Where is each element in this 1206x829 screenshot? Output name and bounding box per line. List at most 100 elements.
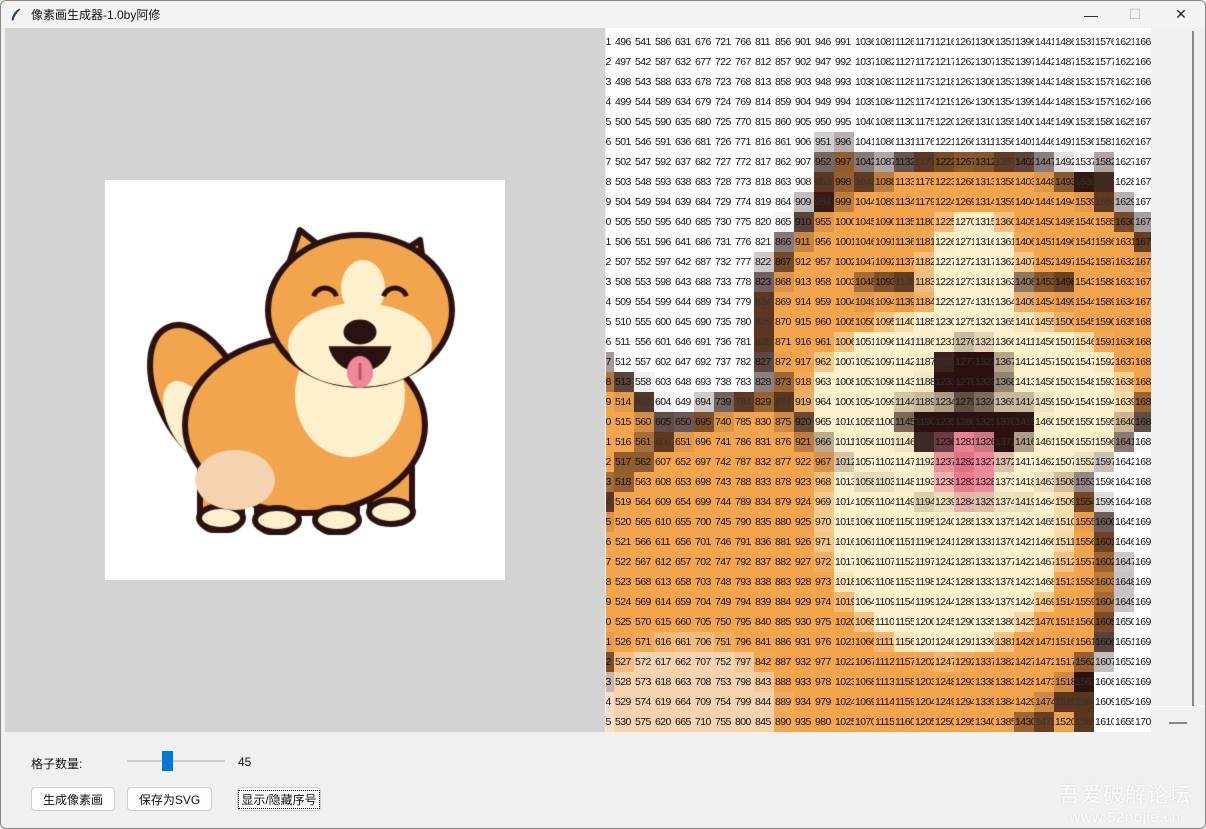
pixel-cell[interactable]: 1582 xyxy=(1094,152,1117,172)
pixel-cell[interactable]: 469 xyxy=(606,392,614,412)
pixel-cell[interactable]: 636 xyxy=(674,132,694,152)
pixel-cell[interactable]: 1288 xyxy=(954,572,977,592)
pixel-cell[interactable]: 1494 xyxy=(1054,192,1077,212)
pixel-cell[interactable]: 654 xyxy=(674,492,694,512)
pixel-cell[interactable]: 721 xyxy=(714,32,734,52)
pixel-cell[interactable]: 1069 xyxy=(854,692,877,712)
pixel-cell[interactable]: 1053 xyxy=(854,372,877,392)
pixel-cell[interactable]: 1202 xyxy=(914,652,937,672)
pixel-cell[interactable]: 1102 xyxy=(874,452,896,472)
pixel-cell[interactable]: 1245 xyxy=(934,612,957,632)
pixel-cell[interactable]: 1563 xyxy=(1074,672,1097,692)
pixel-cell[interactable]: 1148 xyxy=(894,472,916,492)
pixel-cell[interactable]: 1473 xyxy=(1034,672,1057,692)
pixel-cell[interactable]: 1109 xyxy=(874,592,896,612)
pixel-cell[interactable]: 997 xyxy=(834,152,854,172)
pixel-cell[interactable]: 723 xyxy=(714,72,734,92)
pixel-cell[interactable]: 524 xyxy=(614,592,634,612)
pixel-cell[interactable]: 890 xyxy=(774,712,794,732)
pixel-cell[interactable]: 1321 xyxy=(974,332,997,352)
pixel-cell[interactable]: 1643 xyxy=(1114,472,1137,492)
pixel-cell[interactable]: 794 xyxy=(734,592,754,612)
pixel-cell[interactable]: 973 xyxy=(814,572,834,592)
pixel-cell[interactable]: 1518 xyxy=(1054,672,1077,692)
pixel-cell[interactable]: 1330 xyxy=(974,512,997,532)
pixel-cell[interactable]: 509 xyxy=(614,292,634,312)
pixel-cell[interactable]: 1048 xyxy=(854,272,877,292)
pixel-cell[interactable]: 1398 xyxy=(1014,72,1037,92)
pixel-cell[interactable]: 635 xyxy=(674,112,694,132)
pixel-cell[interactable]: 504 xyxy=(614,192,634,212)
pixel-cell[interactable]: 1183 xyxy=(914,272,936,292)
pixel-cell[interactable]: 994 xyxy=(834,92,854,112)
pixel-cell[interactable]: 1695 xyxy=(1134,612,1151,632)
pixel-cell[interactable]: 907 xyxy=(794,152,814,172)
pixel-cell[interactable]: 727 xyxy=(714,152,734,172)
pixel-cell[interactable]: 861 xyxy=(774,132,794,152)
pixel-cell[interactable]: 751 xyxy=(714,632,734,652)
pixel-cell[interactable]: 1492 xyxy=(1054,152,1077,172)
pixel-cell[interactable]: 1010 xyxy=(834,412,857,432)
pixel-cell[interactable]: 1036 xyxy=(854,32,877,52)
pixel-cell[interactable]: 1339 xyxy=(974,692,997,712)
pixel-cell[interactable]: 1357 xyxy=(994,152,1017,172)
pixel-cell[interactable]: 454 xyxy=(606,92,614,112)
pixel-cell[interactable]: 501 xyxy=(614,132,634,152)
pixel-cell[interactable]: 788 xyxy=(734,472,754,492)
pixel-cell[interactable]: 953 xyxy=(814,172,834,192)
pixel-cell[interactable]: 1198 xyxy=(914,572,936,592)
pixel-cell[interactable]: 946 xyxy=(814,32,834,52)
pixel-cell[interactable]: 1233 xyxy=(934,372,957,392)
pixel-cell[interactable]: 1444 xyxy=(1034,92,1057,112)
pixel-cell[interactable]: 1686 xyxy=(1134,432,1151,452)
pixel-cell[interactable]: 475 xyxy=(606,512,614,532)
pixel-cell[interactable]: 1637 xyxy=(1114,352,1137,372)
pixel-cell[interactable]: 1060 xyxy=(854,512,877,532)
pixel-cell[interactable]: 1397 xyxy=(1014,52,1037,72)
pixel-cell[interactable]: 1262 xyxy=(954,52,977,72)
pixel-cell[interactable]: 1100 xyxy=(874,412,896,432)
pixel-cell[interactable]: 549 xyxy=(634,192,654,212)
pixel-cell[interactable]: 705 xyxy=(694,612,714,632)
pixel-cell[interactable]: 617 xyxy=(654,652,674,672)
pixel-cell[interactable]: 482 xyxy=(606,652,614,672)
pixel-cell[interactable]: 1113 xyxy=(874,672,895,692)
pixel-cell[interactable]: 1590 xyxy=(1094,312,1117,332)
pixel-cell[interactable]: 1601 xyxy=(1094,532,1117,552)
pixel-cell[interactable]: 1579 xyxy=(1094,92,1117,112)
pixel-cell[interactable]: 1365 xyxy=(994,312,1017,332)
pixel-cell[interactable]: 610 xyxy=(654,512,674,532)
pixel-cell[interactable]: 825 xyxy=(754,312,774,332)
pixel-cell[interactable]: 908 xyxy=(794,172,814,192)
pixel-cell[interactable]: 1396 xyxy=(1014,32,1037,52)
pixel-cell[interactable]: 1493 xyxy=(1054,172,1077,192)
pixel-cell[interactable]: 1399 xyxy=(1014,92,1037,112)
pixel-cell[interactable]: 518 xyxy=(614,472,634,492)
pixel-cell[interactable]: 1142 xyxy=(894,352,916,372)
pixel-cell[interactable]: 502 xyxy=(614,152,634,172)
pixel-cell[interactable]: 462 xyxy=(606,252,614,272)
pixel-cell[interactable]: 1283 xyxy=(954,472,977,492)
pixel-cell[interactable]: 456 xyxy=(606,132,614,152)
pixel-cell[interactable]: 1351 xyxy=(994,32,1017,52)
pixel-cell[interactable]: 926 xyxy=(794,532,814,552)
pixel-cell[interactable]: 1629 xyxy=(1114,192,1137,212)
pixel-cell[interactable]: 1640 xyxy=(1114,412,1137,432)
pixel-cell[interactable]: 1001 xyxy=(834,232,857,252)
pixel-cell[interactable]: 457 xyxy=(606,152,614,172)
pixel-cell[interactable]: 1691 xyxy=(1134,532,1151,552)
pixel-cell[interactable]: 1192 xyxy=(914,452,936,472)
pixel-cell[interactable]: 1679 xyxy=(1134,292,1151,312)
pixel-cell[interactable]: 976 xyxy=(814,632,834,652)
pixel-cell[interactable]: 742 xyxy=(714,452,734,472)
pixel-cell[interactable]: 1067 xyxy=(854,652,877,672)
pixel-cell[interactable]: 780 xyxy=(734,312,754,332)
pixel-cell[interactable]: 1603 xyxy=(1094,572,1117,592)
pixel-cell[interactable]: 459 xyxy=(606,192,614,212)
pixel-cell[interactable]: 1008 xyxy=(834,372,857,392)
pixel-cell[interactable]: 725 xyxy=(714,112,734,132)
pixel-cell[interactable]: 1455 xyxy=(1034,312,1057,332)
pixel-cell[interactable]: 461 xyxy=(606,232,614,252)
pixel-cell[interactable]: 1469 xyxy=(1034,592,1057,612)
pixel-cell[interactable]: 1358 xyxy=(994,172,1017,192)
